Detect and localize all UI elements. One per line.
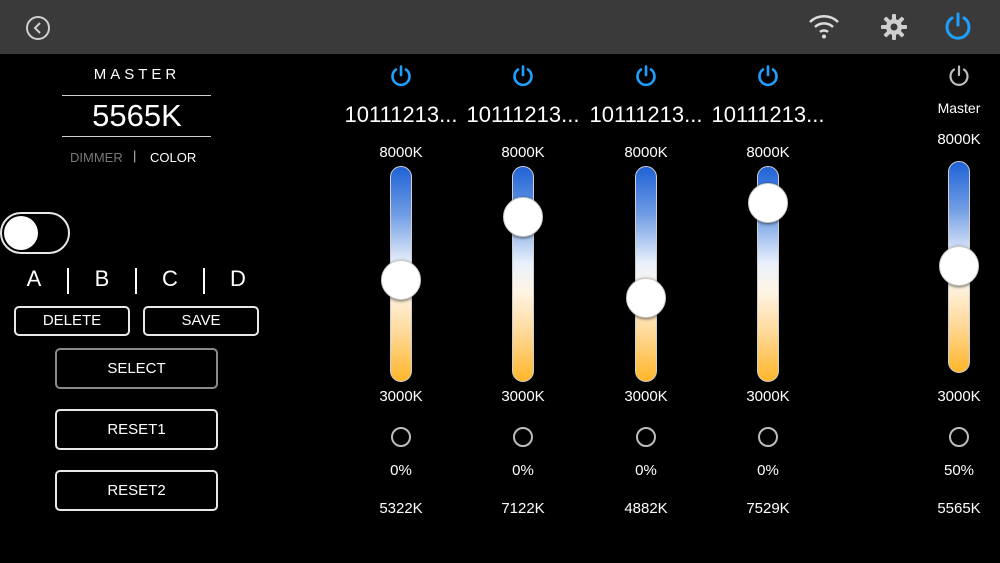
toggle-knob — [4, 216, 38, 250]
preset-selector: A B C D — [0, 266, 272, 296]
power-icon[interactable] — [634, 64, 658, 93]
channel-name: Master — [937, 100, 981, 116]
reset1-button[interactable]: RESET1 — [55, 409, 218, 450]
color-temp-slider[interactable] — [635, 166, 657, 382]
channel-percent: 0% — [390, 462, 412, 479]
master-value: 5565K — [92, 98, 182, 133]
slider-thumb[interactable] — [503, 197, 543, 237]
back-icon[interactable] — [26, 16, 50, 40]
save-button[interactable]: SAVE — [143, 306, 259, 336]
channel-name: 10111213... — [711, 102, 825, 127]
min-temp-label: 3000K — [501, 388, 545, 405]
top-bar — [0, 0, 1000, 54]
channel-temp: 5322K — [379, 500, 423, 517]
min-temp-label: 3000K — [746, 388, 790, 405]
power-icon[interactable] — [389, 64, 413, 93]
max-temp-label: 8000K — [937, 131, 981, 148]
preset-a[interactable]: A — [0, 266, 68, 292]
channel-temp: 7529K — [746, 500, 790, 517]
channel-3: 10111213... 8000K 3000K 0% 4882K — [586, 60, 706, 560]
master-title: MASTER — [93, 66, 181, 83]
channel-temp: 7122K — [501, 500, 545, 517]
slider-thumb[interactable] — [748, 183, 788, 223]
mode-dimmer-tab[interactable]: DIMMER — [70, 150, 123, 165]
reset2-button[interactable]: RESET2 — [55, 470, 218, 511]
mode-color-tab[interactable]: COLOR — [150, 150, 196, 165]
master-channel: Master 8000K 3000K 50% 5565K — [899, 60, 1000, 560]
channel-temp: 4882K — [624, 500, 668, 517]
gear-icon[interactable] — [880, 13, 908, 46]
channel-name: 10111213... — [466, 102, 580, 127]
max-temp-label: 8000K — [624, 144, 668, 161]
channel-name: 10111213... — [344, 102, 458, 127]
slider-thumb[interactable] — [626, 278, 666, 318]
channel-4: 10111213... 8000K 3000K 0% 7529K — [708, 60, 828, 560]
channel-radio[interactable] — [391, 427, 411, 447]
max-temp-label: 8000K — [746, 144, 790, 161]
channel-2: 10111213... 8000K 3000K 0% 7122K — [463, 60, 583, 560]
preset-c[interactable]: C — [136, 266, 204, 292]
power-icon[interactable] — [947, 64, 971, 93]
channel-temp: 5565K — [937, 500, 981, 517]
slider-thumb[interactable] — [939, 246, 979, 286]
power-icon[interactable] — [756, 64, 780, 93]
min-temp-label: 3000K — [379, 388, 423, 405]
channel-percent: 0% — [757, 462, 779, 479]
master-toggle[interactable] — [0, 212, 70, 254]
channel-radio[interactable] — [949, 427, 969, 447]
power-icon[interactable] — [943, 11, 973, 46]
channel-radio[interactable] — [513, 427, 533, 447]
divider — [62, 95, 211, 96]
channel-1: 10111213... 8000K 3000K 0% 5322K — [341, 60, 461, 560]
power-icon[interactable] — [511, 64, 535, 93]
channel-percent: 0% — [635, 462, 657, 479]
select-button[interactable]: SELECT — [55, 348, 218, 389]
channel-percent: 0% — [512, 462, 534, 479]
max-temp-label: 8000K — [379, 144, 423, 161]
preset-b[interactable]: B — [68, 266, 136, 292]
channel-name: 10111213... — [589, 102, 703, 127]
channel-radio[interactable] — [758, 427, 778, 447]
slider-thumb[interactable] — [381, 260, 421, 300]
min-temp-label: 3000K — [937, 388, 981, 405]
wifi-icon[interactable] — [808, 12, 840, 45]
delete-button[interactable]: DELETE — [14, 306, 130, 336]
min-temp-label: 3000K — [624, 388, 668, 405]
divider — [62, 136, 211, 137]
channel-radio[interactable] — [636, 427, 656, 447]
mode-separator: | — [133, 148, 137, 163]
channel-percent: 50% — [943, 462, 975, 479]
max-temp-label: 8000K — [501, 144, 545, 161]
preset-d[interactable]: D — [204, 266, 272, 292]
